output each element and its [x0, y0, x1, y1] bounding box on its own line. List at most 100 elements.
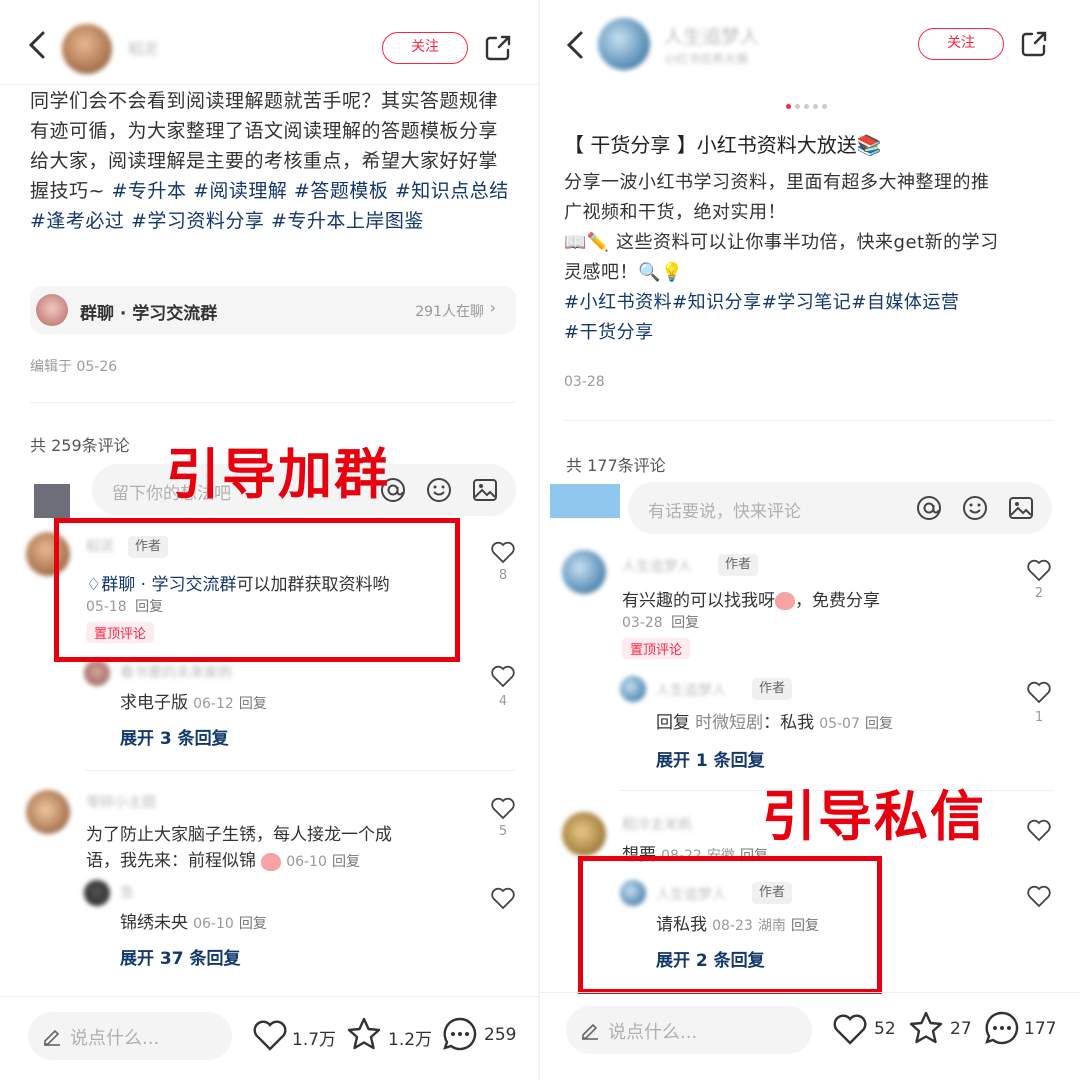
reply-button[interactable]: 回复: [671, 615, 699, 631]
comment-count: 共 177条评论: [566, 456, 666, 475]
reply-author-name[interactable]: 人生追梦人: [656, 680, 726, 700]
heart-icon[interactable]: [490, 886, 516, 910]
post-body: 分享一波小红书学习资料，里面有超多大神整理的推 广视频和干货，绝对实用！ 📖✏️…: [564, 168, 1064, 348]
comment-date: 03-28: [622, 615, 663, 631]
reply-avatar[interactable]: [620, 676, 646, 702]
post-tag[interactable]: #小红书资料: [564, 292, 672, 313]
follow-button[interactable]: 关注: [382, 32, 468, 64]
author-name[interactable]: 人生追梦人: [664, 22, 759, 49]
reply-avatar[interactable]: [84, 660, 110, 686]
highlight-box: [578, 856, 882, 994]
post-tag[interactable]: #专升本: [111, 180, 186, 202]
follow-button[interactable]: 关注: [918, 28, 1004, 60]
comment-author-name[interactable]: 零碎小主题: [86, 792, 156, 812]
annotation-label: 引导私信: [762, 785, 986, 848]
heart-icon[interactable]: [1026, 558, 1052, 582]
group-online-count: 291人在聊: [415, 304, 484, 320]
expand-replies-button[interactable]: 展开 1 条回复: [656, 746, 765, 771]
star-icon[interactable]: [346, 1016, 382, 1052]
post-body: 同学们会不会看到阅读理解题就苦手呢？其实答题规律有迹可循，为大家整理了语文阅读理…: [30, 86, 515, 236]
reply-author-name[interactable]: 急: [120, 882, 134, 902]
heart-icon[interactable]: [490, 796, 516, 820]
like-count: 5: [498, 824, 508, 839]
user-avatar: [34, 484, 70, 518]
emoji-icon[interactable]: [426, 477, 452, 503]
group-chat-label: 群聊 · 学习交流群: [80, 304, 218, 324]
star-icon[interactable]: [908, 1010, 944, 1046]
expand-replies-button[interactable]: 展开 37 条回复: [120, 944, 241, 969]
comment-avatar[interactable]: [26, 790, 70, 834]
image-icon[interactable]: [472, 477, 498, 503]
share-button[interactable]: [484, 34, 512, 66]
share-button[interactable]: [1020, 30, 1048, 62]
post-tag[interactable]: #知识分享: [672, 292, 762, 313]
heart-icon[interactable]: [1026, 680, 1052, 704]
reply-button[interactable]: 回复: [332, 854, 360, 870]
star-count: 27: [950, 1019, 972, 1039]
reply-text: 求电子版: [120, 693, 188, 713]
reply-avatar[interactable]: [84, 880, 110, 906]
carousel-dot: [804, 104, 809, 109]
comment-avatar[interactable]: [562, 812, 606, 856]
comment-total: 259: [484, 1025, 517, 1045]
post-line: 分享一波小红书学习资料，里面有超多大神整理的推: [564, 172, 990, 193]
comment-bubble-icon[interactable]: [442, 1016, 478, 1052]
comment-bubble-icon[interactable]: [984, 1010, 1020, 1046]
chevron-left-icon: [28, 31, 45, 59]
comment-count: 共 259条评论: [30, 436, 130, 455]
author-avatar[interactable]: [598, 18, 650, 70]
peach-emoji-icon: [261, 852, 282, 871]
comment-input[interactable]: 有话要说，快来评论: [628, 482, 1052, 534]
post-line: 📖✏️ 这些资料可以让你事半功倍，快来get新的学习: [564, 232, 999, 253]
post-tag[interactable]: #学习资料分享: [131, 210, 264, 232]
post-tag[interactable]: #答题模板: [294, 180, 388, 202]
user-avatar: [550, 484, 620, 518]
heart-icon[interactable]: [490, 664, 516, 688]
bottom-comment-input[interactable]: 说点什么...: [28, 1012, 232, 1060]
reply-button[interactable]: 回复: [239, 916, 267, 932]
heart-icon[interactable]: [1026, 884, 1052, 908]
back-button[interactable]: [26, 30, 48, 66]
reply-button[interactable]: 回复: [239, 696, 267, 712]
post-tag[interactable]: #干货分享: [564, 322, 654, 343]
heart-icon[interactable]: [490, 540, 516, 564]
emoji-icon[interactable]: [962, 495, 988, 521]
reply-to-user[interactable]: 时微短剧: [695, 713, 763, 733]
reply-date: 05-07: [819, 716, 860, 732]
pencil-icon: [44, 1029, 60, 1046]
bottom-comment-input[interactable]: 说点什么...: [566, 1006, 812, 1054]
group-chat-card[interactable]: 群聊 · 学习交流群 291人在聊 ›: [30, 286, 516, 334]
like-count: 4: [498, 694, 508, 709]
author-avatar[interactable]: [62, 24, 112, 74]
comment-author-name[interactable]: 稻冷主米帆: [622, 814, 692, 834]
author-name[interactable]: 稻泥: [128, 38, 158, 59]
heart-icon[interactable]: [1026, 818, 1052, 842]
reply-row: 回复 时微短剧：私我 05-07 回复: [656, 708, 893, 733]
post-tag[interactable]: #学习笔记: [762, 292, 852, 313]
expand-replies-button[interactable]: 展开 3 条回复: [120, 724, 229, 749]
reply-date: 06-10: [193, 916, 234, 932]
post-tag[interactable]: #专升本上岸图鉴: [271, 210, 424, 232]
comment-author-name[interactable]: 人生追梦人: [622, 556, 692, 576]
reply-prefix: 回复: [656, 713, 690, 733]
comment-text-body: 有兴趣的可以找我呀: [622, 591, 775, 611]
post-tag[interactable]: #知识点总结: [395, 180, 509, 202]
like-heart-icon[interactable]: [832, 1012, 868, 1046]
comment-text-line1: 为了防止大家脑子生锈，每人接龙一个成: [86, 825, 392, 845]
post-tag[interactable]: #自媒体运营: [851, 292, 959, 313]
reply-row: 求电子版 06-12 回复: [120, 688, 267, 713]
like-count: 1.7万: [292, 1030, 337, 1050]
post-tag[interactable]: #逢考必过: [30, 210, 124, 232]
like-heart-icon[interactable]: [252, 1018, 288, 1052]
left-screenshot: 稻泥 关注 同学们会不会看到阅读理解题就苦手呢？其实答题规律有迹可循，为大家整理…: [0, 0, 540, 1080]
comment-total: 177: [1024, 1019, 1057, 1039]
reply-button[interactable]: 回复: [865, 716, 893, 732]
highlight-box: [54, 518, 460, 662]
image-icon[interactable]: [1008, 495, 1034, 521]
post-tag[interactable]: #阅读理解: [193, 180, 287, 202]
at-icon[interactable]: [916, 495, 942, 521]
back-button[interactable]: [564, 30, 586, 66]
reply-text: ：私我: [763, 713, 815, 733]
reply-author-name[interactable]: 看书要的未来案例: [120, 662, 232, 682]
comment-avatar[interactable]: [562, 550, 606, 594]
